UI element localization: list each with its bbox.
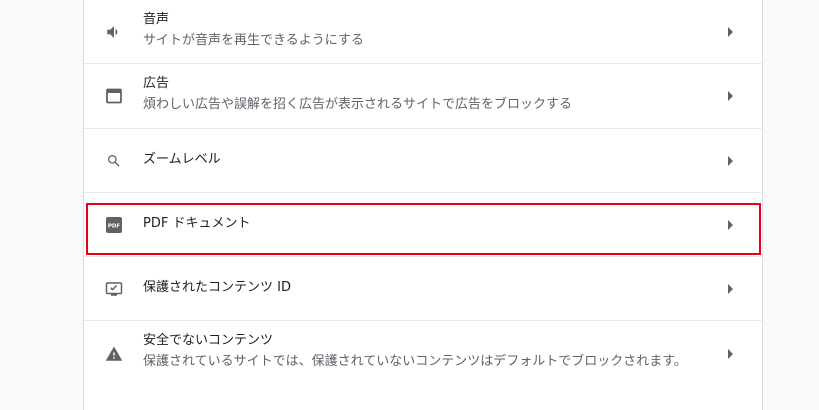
- settings-card: 音声 サイトが音声を再生できるようにする 広告 煩わしい広告や誤解を招く広告が表…: [83, 0, 763, 410]
- chevron-right-icon: [726, 349, 736, 359]
- settings-row-protected-content[interactable]: 保護されたコンテンツ ID: [84, 257, 762, 321]
- row-text: 安全でないコンテンツ 保護されているサイトでは、保護されていないコンテンツはデフ…: [143, 332, 687, 371]
- pdf-icon: PDF: [104, 215, 124, 235]
- chevron-right-icon: [726, 27, 736, 37]
- protected-content-icon: [104, 279, 124, 299]
- row-text: ズームレベル: [143, 151, 221, 169]
- row-title: 保護されたコンテンツ ID: [143, 280, 291, 295]
- settings-row-zoom[interactable]: ズームレベル: [84, 129, 762, 193]
- chevron-right-icon: [726, 156, 736, 166]
- chevron-right-icon: [726, 220, 736, 230]
- settings-row-sound[interactable]: 音声 サイトが音声を再生できるようにする: [84, 0, 762, 64]
- row-title: 広告: [143, 76, 170, 91]
- settings-row-ads[interactable]: 広告 煩わしい広告や誤解を招く広告が表示されるサイトで広告をブロックする: [84, 64, 762, 129]
- settings-row-insecure-content[interactable]: 安全でないコンテンツ 保護されているサイトでは、保護されていないコンテンツはデフ…: [84, 321, 762, 386]
- chevron-right-icon: [726, 284, 736, 294]
- search-icon: [104, 151, 124, 171]
- row-title: ズームレベル: [143, 152, 221, 167]
- settings-row-pdf-documents[interactable]: PDF PDF ドキュメント: [84, 193, 762, 257]
- row-text: 保護されたコンテンツ ID: [143, 279, 291, 297]
- row-text: PDF ドキュメント: [143, 215, 250, 233]
- warning-icon: [104, 344, 124, 364]
- row-description: サイトが音声を再生できるようにする: [143, 33, 364, 48]
- row-title: 音声: [143, 12, 170, 27]
- row-text: 広告 煩わしい広告や誤解を招く広告が表示されるサイトで広告をブロックする: [143, 75, 572, 114]
- row-title: 安全でないコンテンツ: [143, 333, 274, 348]
- chevron-right-icon: [726, 91, 736, 101]
- row-text: 音声 サイトが音声を再生できるようにする: [143, 11, 364, 50]
- row-description: 煩わしい広告や誤解を招く広告が表示されるサイトで広告をブロックする: [143, 97, 573, 112]
- row-title: PDF ドキュメント: [143, 216, 251, 231]
- svg-text:PDF: PDF: [108, 224, 121, 230]
- volume-icon: [104, 22, 124, 42]
- row-description: 保護されているサイトでは、保護されていないコンテンツはデフォルトでブロックされま…: [143, 354, 687, 369]
- ads-window-icon: [104, 86, 124, 106]
